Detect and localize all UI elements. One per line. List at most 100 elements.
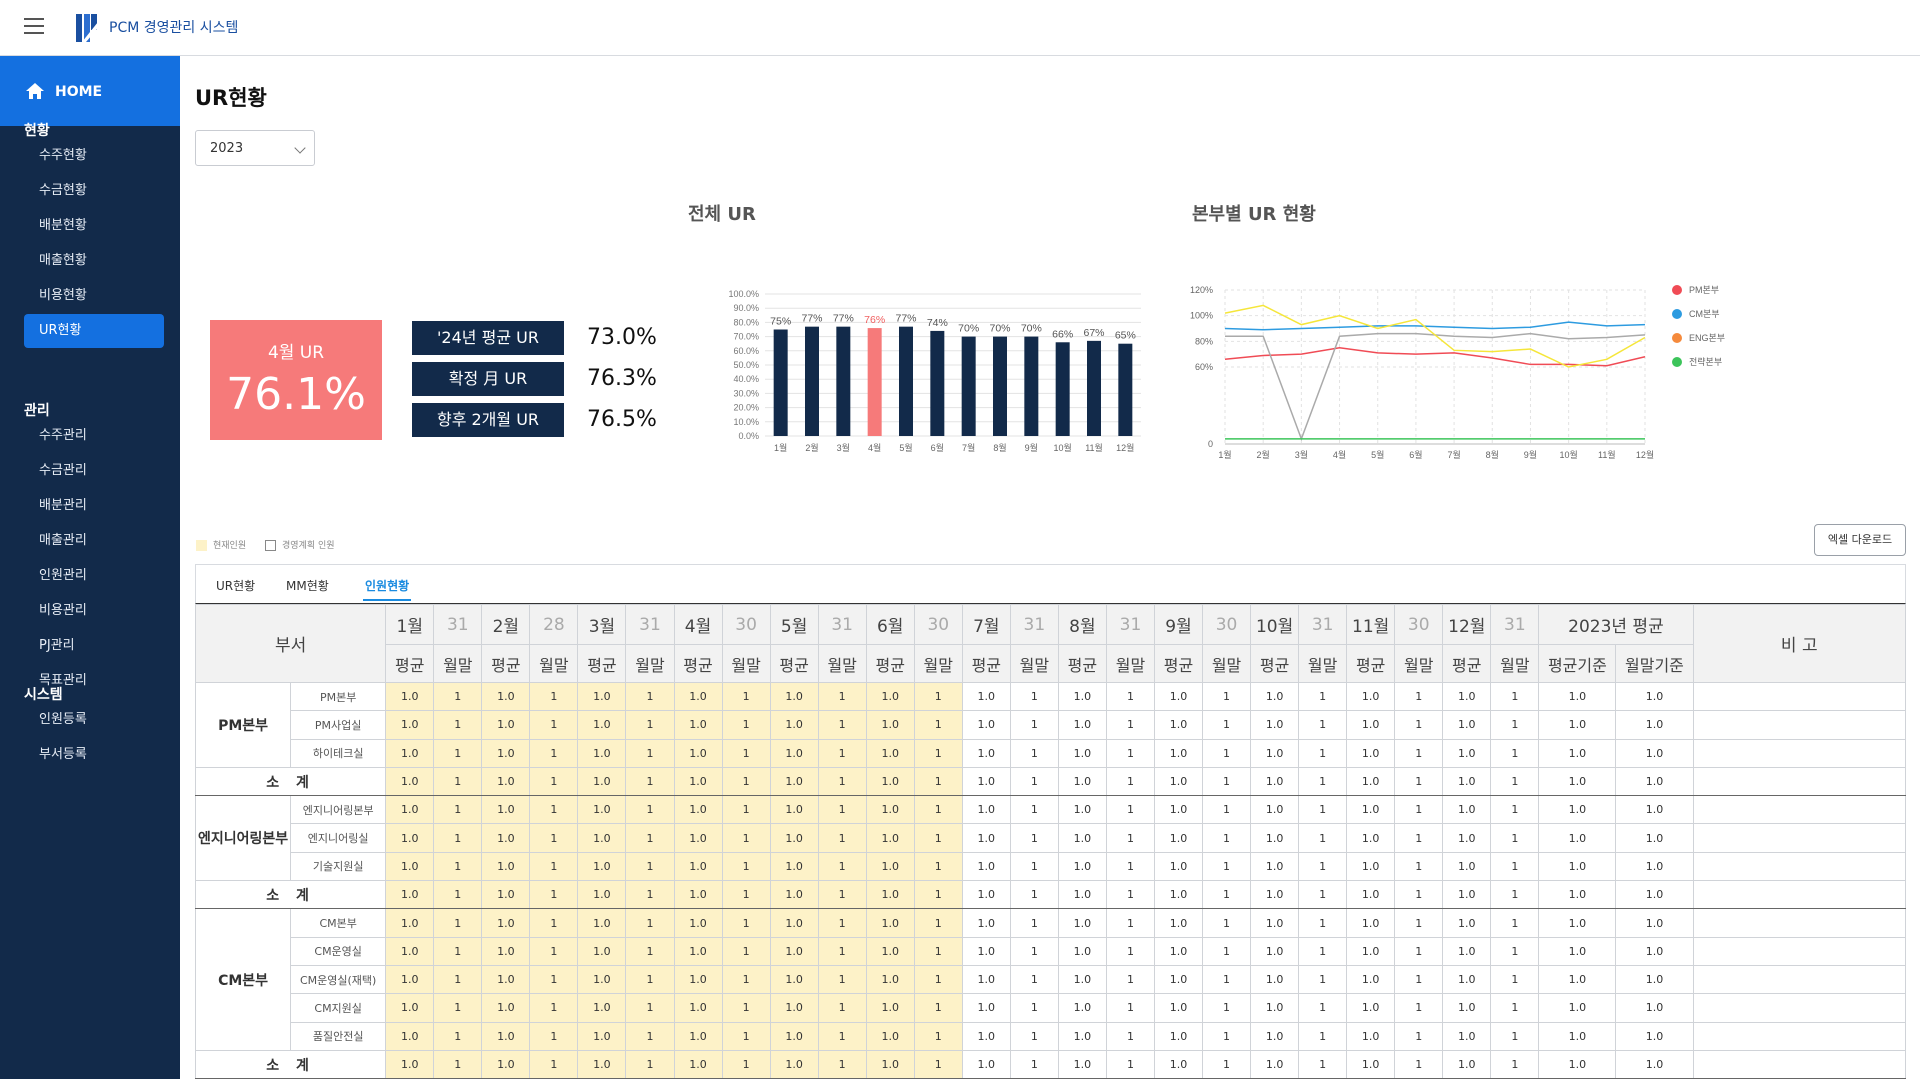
cell-avg: 1.0 [1250,681,1300,712]
cell-month-end: 1 [529,738,579,768]
sidebar-item[interactable]: 매출관리 [24,524,164,558]
legend-marker [1672,309,1682,319]
cell-month-end: 1 [817,766,867,797]
cell-month-end: 1 [1105,1049,1155,1079]
cell-month-end: 1 [1298,880,1348,910]
cell-avg: 1.0 [1057,964,1107,995]
sidebar-item[interactable]: 수금관리 [24,454,164,488]
avg-subheader: 평균 [961,644,1011,683]
cell-avg: 1.0 [1250,880,1300,910]
cell-month-end: 1 [1298,908,1348,938]
cell-avg: 1.0 [385,710,435,740]
sidebar-item[interactable]: 부서등록 [24,738,164,772]
cell-avg: 1.0 [577,880,627,910]
cell-month-end: 1 [721,738,771,768]
hamburger-menu-icon[interactable] [24,18,44,36]
cell-avg: 1.0 [865,936,915,966]
cell-month-end: 1 [433,1049,483,1079]
avg-basis-subheader: 평균기준 [1538,644,1617,683]
cell-avg: 1.0 [865,766,915,797]
cell-month-end: 1 [817,710,867,740]
cell-month-end: 1 [433,738,483,768]
cell-avg: 1.0 [1153,795,1204,825]
cell-avg: 1.0 [577,993,627,1023]
month-header: 7월 [961,604,1011,645]
tab-ur[interactable]: UR현황 [216,577,255,594]
cell-year-avg: 1.0 [1538,738,1617,768]
y-tick-label: 70.0% [733,332,759,342]
bar [1118,343,1133,436]
cell-month-end: 1 [1490,738,1540,768]
cell-month-end: 1 [913,880,963,910]
bar-data-label: 77% [801,313,822,325]
cell-month-end: 1 [433,766,483,797]
cell-month-end: 1 [721,880,771,910]
cell-month-end: 1 [433,1021,483,1051]
x-tick-label: 10월 [1054,442,1072,453]
sidebar-item[interactable]: 배분관리 [24,489,164,523]
cell-note [1692,880,1906,910]
cell-avg: 1.0 [1442,908,1492,938]
kpi-current-value: 76.1% [226,369,366,420]
cell-month-end: 1 [1394,993,1444,1023]
cell-avg: 1.0 [1153,1049,1204,1079]
sidebar-item[interactable]: 인원등록 [24,703,164,737]
cell-avg: 1.0 [865,993,915,1023]
dept-name: 엔지니어링실 [290,823,387,853]
cell-month-end: 1 [625,1049,675,1079]
cell-month-end: 1 [721,795,771,825]
year-select[interactable]: 2023 [195,130,315,166]
sidebar-item[interactable]: PJ관리 [24,629,164,663]
cell-month-end: 1 [529,993,579,1023]
sidebar-home[interactable]: HOME [0,56,180,126]
cell-note [1692,851,1906,882]
sidebar-item[interactable]: 인원관리 [24,559,164,593]
table-row: 엔지니어링실 1.0 1 1.0 1 1.0 1 1.0 1 1.0 1 1.0 1 1.0 1 1.0 1 1.… [196,823,1906,853]
kpi-row-value: 73.0% [587,325,657,350]
cell-avg: 1.0 [577,710,627,740]
sidebar-item[interactable]: UR현황 [24,314,164,348]
cell-month-end: 1 [1202,738,1252,768]
cell-avg: 1.0 [673,766,723,797]
cell-avg: 1.0 [865,964,915,995]
sidebar-item[interactable]: 비용관리 [24,594,164,628]
excel-download-button[interactable]: 엑셀 다운로드 [1814,524,1906,556]
cell-month-end: 1 [913,993,963,1023]
sidebar-item[interactable]: 매출현황 [24,244,164,278]
cell-avg: 1.0 [1057,823,1107,853]
cell-year-end: 1.0 [1615,936,1694,966]
cell-avg: 1.0 [673,710,723,740]
group-name: 엔지니어링본부 [195,795,292,882]
cell-month-end: 1 [1394,936,1444,966]
cell-month-end: 1 [721,681,771,712]
subtotal-row: 소 계 1.0 1 1.0 1 1.0 1 1.0 1 1.0 1 1.0 1 1.0 1 1.0 1 1.0 1 1… [195,766,1906,797]
cell-avg: 1.0 [1057,908,1107,938]
cell-avg: 1.0 [961,908,1011,938]
cell-avg: 1.0 [385,908,435,938]
cell-avg: 1.0 [1442,823,1492,853]
cell-month-end: 1 [529,851,579,882]
cell-month-end: 1 [625,936,675,966]
cell-avg: 1.0 [961,795,1011,825]
tab-staff[interactable]: 인원현황 [362,577,412,601]
sidebar-item[interactable]: 배분현황 [24,209,164,243]
sidebar-item[interactable]: 수금현황 [24,174,164,208]
month-end-subheader: 월말 [1394,644,1444,683]
sidebar-item[interactable]: 비용현황 [24,279,164,313]
table-row: CM본부 CM본부 1.0 1 1.0 1 1.0 1 1.0 1 1.0 1 1.0 1 1.0 1 1.0 1… [195,908,1906,1051]
cell-year-avg: 1.0 [1538,1021,1617,1051]
sidebar-item[interactable]: 수주현황 [24,139,164,173]
cell-avg: 1.0 [961,823,1011,853]
sidebar-item[interactable]: 수주관리 [24,419,164,453]
dept-name: 하이테크실 [290,738,387,768]
cell-month-end: 1 [721,823,771,853]
cell-avg: 1.0 [1153,880,1204,910]
x-tick-label: 7월 [962,442,975,453]
table-row: CM운영실 1.0 1 1.0 1 1.0 1 1.0 1 1.0 1 1.0 1 1.0 1 1.0 1 1.0… [196,936,1906,966]
sidebar-section-title: 시스템 [24,687,63,703]
cell-month-end: 1 [1105,766,1155,797]
cell-month-end: 1 [1298,1049,1348,1079]
cell-avg: 1.0 [865,738,915,768]
tab-mm[interactable]: MM현황 [286,577,329,594]
y-tick-label: 80.0% [733,317,759,327]
